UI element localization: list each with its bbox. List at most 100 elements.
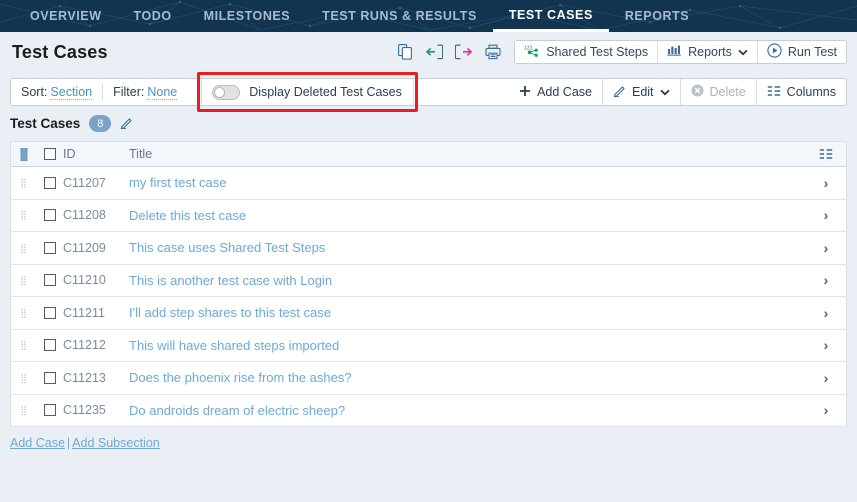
nav-tab-label: TEST RUNS & RESULTS bbox=[322, 9, 477, 23]
nav-tab-test-cases[interactable]: TEST CASES bbox=[492, 0, 609, 32]
row-case-id: C11212 bbox=[63, 338, 106, 353]
checkbox-box[interactable] bbox=[44, 241, 56, 254]
table-footer-links: Add Case | Add Subsection bbox=[0, 427, 857, 450]
drag-handle-icon[interactable]: ⣿ bbox=[11, 308, 37, 317]
column-options-icon[interactable] bbox=[806, 148, 846, 160]
shared-test-steps-button[interactable]: 123 Shared Test Steps bbox=[515, 41, 659, 63]
column-resize-icon[interactable] bbox=[11, 147, 37, 161]
drag-handle-icon[interactable]: ⣿ bbox=[11, 341, 37, 350]
row-checkbox[interactable] bbox=[37, 241, 63, 254]
import-icon[interactable] bbox=[424, 41, 445, 63]
footer-separator: | bbox=[66, 436, 71, 450]
toggle-switch[interactable] bbox=[212, 84, 241, 100]
checkbox-box[interactable] bbox=[44, 339, 56, 352]
nav-tab-test-runs-results[interactable]: TEST RUNS & RESULTS bbox=[306, 0, 493, 32]
filter-value-link[interactable]: None bbox=[147, 85, 178, 100]
row-expand-chevron-icon[interactable]: › bbox=[806, 305, 846, 321]
nav-tab-label: OVERVIEW bbox=[30, 9, 102, 23]
row-expand-chevron-icon[interactable]: › bbox=[806, 370, 846, 386]
row-checkbox[interactable] bbox=[37, 274, 63, 287]
svg-text:123: 123 bbox=[524, 45, 533, 51]
copy-icon[interactable] bbox=[395, 41, 416, 63]
table-row[interactable]: ⣿ C11211 I'll add step shares to this test… bbox=[10, 297, 847, 330]
delete-circle-icon bbox=[691, 84, 704, 100]
table-row[interactable]: ⣿ C11207 my first test case › bbox=[10, 167, 847, 200]
edit-label: Edit bbox=[631, 85, 654, 99]
case-title-link[interactable]: This is another test case with Login bbox=[129, 273, 332, 288]
checkbox-box[interactable] bbox=[44, 404, 56, 417]
drag-handle-icon[interactable]: ⣿ bbox=[11, 276, 37, 285]
drag-handle-icon[interactable]: ⣿ bbox=[11, 178, 37, 187]
checkbox-box[interactable] bbox=[44, 176, 56, 189]
table-row[interactable]: ⣿ C11209 This case uses Shared Test Steps › bbox=[10, 232, 847, 265]
row-case-id: C11210 bbox=[63, 273, 106, 288]
nav-tab-overview[interactable]: OVERVIEW bbox=[14, 0, 118, 32]
nav-tab-milestones[interactable]: MILESTONES bbox=[188, 0, 307, 32]
nav-tab-label: REPORTS bbox=[624, 9, 690, 23]
drag-handle-icon[interactable]: ⣿ bbox=[11, 243, 37, 252]
row-checkbox[interactable] bbox=[37, 306, 63, 319]
nav-tab-label: TODO bbox=[133, 9, 172, 23]
drag-handle-icon[interactable]: ⣿ bbox=[11, 373, 37, 382]
export-icon[interactable] bbox=[453, 41, 474, 63]
row-expand-chevron-icon[interactable]: › bbox=[806, 402, 846, 418]
row-case-title: This case uses Shared Test Steps bbox=[129, 240, 806, 255]
footer-add-subsection-link[interactable]: Add Subsection bbox=[72, 436, 160, 450]
pencil-icon bbox=[613, 84, 626, 100]
footer-add-case-link[interactable]: Add Case bbox=[10, 436, 65, 450]
row-expand-chevron-icon[interactable]: › bbox=[806, 337, 846, 353]
row-expand-chevron-icon[interactable]: › bbox=[806, 272, 846, 288]
add-case-button[interactable]: Add Case bbox=[509, 79, 603, 105]
section-edit-icon[interactable] bbox=[120, 116, 133, 132]
header-button-group: 123 Shared Test Steps Reports Run Test bbox=[514, 40, 847, 64]
checkbox-box[interactable] bbox=[44, 209, 56, 222]
row-case-id: C11213 bbox=[63, 370, 106, 385]
table-row[interactable]: ⣿ C11213 Does the phoenix rise from the as… bbox=[10, 362, 847, 395]
checkbox-box[interactable] bbox=[44, 274, 56, 287]
page-title: Test Cases bbox=[12, 41, 108, 62]
nav-tab-label: TEST CASES bbox=[508, 7, 593, 22]
column-header-title[interactable]: Title bbox=[129, 147, 806, 161]
reports-button[interactable]: Reports bbox=[658, 41, 758, 63]
case-title-link[interactable]: Delete this test case bbox=[129, 208, 246, 223]
checkbox-box[interactable] bbox=[44, 306, 56, 319]
case-title-link[interactable]: I'll add step shares to this test case bbox=[129, 305, 331, 320]
table-row[interactable]: ⣿ C11208 Delete this test case › bbox=[10, 199, 847, 232]
sort-value-link[interactable]: Section bbox=[50, 85, 93, 100]
filterbar-actions: Add Case Edit Delete Columns bbox=[509, 79, 846, 105]
row-expand-chevron-icon[interactable]: › bbox=[806, 240, 846, 256]
checkbox-box[interactable] bbox=[44, 371, 56, 384]
row-case-id: C11207 bbox=[63, 175, 106, 190]
row-case-title: This is another test case with Login bbox=[129, 273, 806, 288]
case-title-link[interactable]: Does the phoenix rise from the ashes? bbox=[129, 370, 352, 385]
row-checkbox[interactable] bbox=[37, 339, 63, 352]
case-title-link[interactable]: This will have shared steps imported bbox=[129, 338, 339, 353]
row-expand-chevron-icon[interactable]: › bbox=[806, 207, 846, 223]
table-row[interactable]: ⣿ C11212 This will have shared steps impor… bbox=[10, 329, 847, 362]
table-row[interactable]: ⣿ C11235 Do androids dream of electric she… bbox=[10, 394, 847, 427]
row-case-title: my first test case bbox=[129, 175, 806, 190]
row-checkbox[interactable] bbox=[37, 371, 63, 384]
column-header-id[interactable]: ID bbox=[63, 147, 129, 161]
row-checkbox[interactable] bbox=[37, 176, 63, 189]
columns-button[interactable]: Columns bbox=[757, 79, 846, 105]
print-icon[interactable] bbox=[482, 41, 503, 63]
case-title-link[interactable]: my first test case bbox=[129, 175, 227, 190]
case-title-link[interactable]: Do androids dream of electric sheep? bbox=[129, 403, 345, 418]
drag-handle-icon[interactable]: ⣿ bbox=[11, 211, 37, 220]
select-all-checkbox[interactable] bbox=[37, 148, 63, 160]
nav-tab-todo[interactable]: TODO bbox=[118, 0, 188, 32]
run-test-button[interactable]: Run Test bbox=[758, 41, 846, 63]
case-title-link[interactable]: This case uses Shared Test Steps bbox=[129, 240, 325, 255]
row-checkbox[interactable] bbox=[37, 404, 63, 417]
top-navigation-bar: OVERVIEW TODO MILESTONES TEST RUNS & RES… bbox=[0, 0, 857, 32]
nav-tab-reports[interactable]: REPORTS bbox=[609, 0, 705, 32]
edit-button[interactable]: Edit bbox=[603, 79, 681, 105]
display-deleted-test-cases-toggle[interactable]: Display Deleted Test Cases bbox=[197, 72, 418, 112]
checkbox-box[interactable] bbox=[44, 148, 56, 160]
row-case-title: This will have shared steps imported bbox=[129, 338, 806, 353]
row-checkbox[interactable] bbox=[37, 209, 63, 222]
row-expand-chevron-icon[interactable]: › bbox=[806, 175, 846, 191]
table-row[interactable]: ⣿ C11210 This is another test case with Lo… bbox=[10, 264, 847, 297]
drag-handle-icon[interactable]: ⣿ bbox=[11, 406, 37, 415]
